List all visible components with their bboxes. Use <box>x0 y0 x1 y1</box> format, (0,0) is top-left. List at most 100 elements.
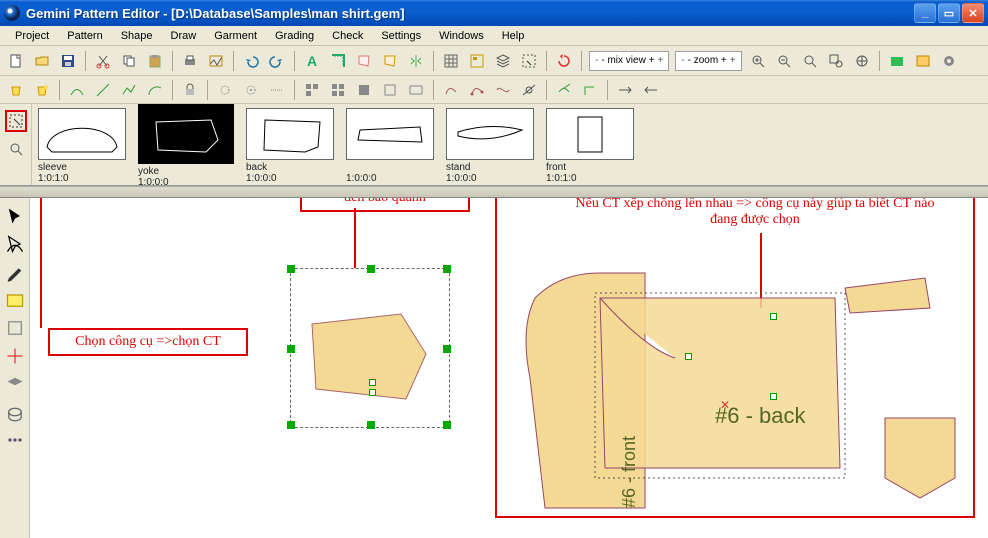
bucket1-icon[interactable] <box>4 78 28 102</box>
snap3-icon[interactable] <box>265 78 289 102</box>
grid-button[interactable] <box>439 49 463 73</box>
pointer-tool-icon[interactable] <box>5 206 25 226</box>
window-title: Gemini Pattern Editor - [D:\Database\Sam… <box>26 6 912 21</box>
thumb-front[interactable]: front1:0:1:0 <box>546 108 634 184</box>
bucket2-icon[interactable] <box>30 78 54 102</box>
thumb-sleeve[interactable]: sleeve1:0:1:0 <box>38 108 126 184</box>
arc-icon[interactable] <box>143 78 167 102</box>
mix-view-control[interactable]: -- mix view ++ <box>589 51 669 71</box>
text-tool-button[interactable]: A <box>300 49 324 73</box>
unknown-tool-icon[interactable] <box>5 318 25 338</box>
select-crop-button[interactable] <box>517 49 541 73</box>
corner-icon[interactable] <box>578 78 602 102</box>
menu-project[interactable]: Project <box>6 28 58 44</box>
svg-text:#6 - front: #6 - front <box>619 436 639 508</box>
callout-overlap: Nếu CT xếp chồng lên nhau => công cụ này… <box>570 198 940 228</box>
layers-tool-icon[interactable] <box>5 374 25 394</box>
plot-button[interactable] <box>204 49 228 73</box>
extend2-icon[interactable] <box>639 78 663 102</box>
undo-button[interactable] <box>239 49 263 73</box>
more-tool-icon[interactable] <box>5 430 25 450</box>
exit-curve-icon[interactable] <box>552 78 576 102</box>
machine-button[interactable] <box>885 49 909 73</box>
cut-button[interactable] <box>91 49 115 73</box>
multi2-icon[interactable] <box>326 78 350 102</box>
grading-tool-icon[interactable] <box>5 346 25 366</box>
piece-yellow-button[interactable] <box>378 49 402 73</box>
line-icon[interactable] <box>91 78 115 102</box>
work-area[interactable]: CT được chọn sẽ có màu đen bao quanh Chọ… <box>0 198 988 538</box>
save-button[interactable] <box>56 49 80 73</box>
layers-button[interactable] <box>491 49 515 73</box>
thumb-stand[interactable]: stand1:0:0:0 <box>446 108 534 184</box>
maximize-button[interactable]: ▭ <box>938 3 960 23</box>
separator <box>233 51 234 71</box>
thumb-name: back <box>246 162 267 173</box>
extend1-icon[interactable] <box>613 78 637 102</box>
open-file-button[interactable] <box>30 49 54 73</box>
selection-box <box>290 268 450 428</box>
new-file-button[interactable] <box>4 49 28 73</box>
menu-garment[interactable]: Garment <box>205 28 266 44</box>
polyline-icon[interactable] <box>117 78 141 102</box>
copy-button[interactable] <box>117 49 141 73</box>
curve-pointer-tool-icon[interactable] <box>5 234 25 254</box>
menu-check[interactable]: Check <box>323 28 372 44</box>
menu-windows[interactable]: Windows <box>430 28 493 44</box>
curve4-icon[interactable] <box>491 78 515 102</box>
gear-icon-button[interactable] <box>937 49 961 73</box>
multi4-icon[interactable] <box>378 78 402 102</box>
callout-left-text: Chọn công cụ =>chọn CT <box>75 334 221 349</box>
menu-settings[interactable]: Settings <box>372 28 430 44</box>
zoom-control[interactable]: -- zoom ++ <box>675 51 741 71</box>
multi3-icon[interactable] <box>352 78 376 102</box>
arrow-line-left <box>40 198 42 328</box>
piece-button[interactable] <box>352 49 376 73</box>
zoom-out-button[interactable] <box>772 49 796 73</box>
close-button[interactable]: ✕ <box>962 3 984 23</box>
thumb-yoke[interactable]: yoke1:0:0:0 <box>138 108 234 188</box>
note-tool-icon[interactable] <box>5 290 25 310</box>
paste-button[interactable] <box>143 49 167 73</box>
thumb-piece4[interactable]: 1:0:0:0 <box>346 108 434 184</box>
pencil-tool-icon[interactable] <box>5 262 25 282</box>
minimize-button[interactable]: _ <box>914 3 936 23</box>
left-tool-palette <box>0 198 30 538</box>
thumb-ratio: 1:0:0:0 <box>138 177 169 188</box>
separator <box>581 51 582 71</box>
thumb-ratio: 1:0:0:0 <box>446 173 477 184</box>
multi5-icon[interactable] <box>404 78 428 102</box>
menu-draw[interactable]: Draw <box>162 28 206 44</box>
thumb-back[interactable]: back1:0:0:0 <box>246 108 334 184</box>
separator <box>172 51 173 71</box>
roll-tool-icon[interactable] <box>5 402 25 422</box>
curve2-icon[interactable] <box>439 78 463 102</box>
flip-button[interactable] <box>404 49 428 73</box>
curve-join-icon[interactable] <box>65 78 89 102</box>
menu-pattern[interactable]: Pattern <box>58 28 111 44</box>
curve3-icon[interactable] <box>465 78 489 102</box>
print-button[interactable] <box>178 49 202 73</box>
lock-icon[interactable] <box>178 78 202 102</box>
multi1-icon[interactable] <box>300 78 324 102</box>
menu-help[interactable]: Help <box>493 28 534 44</box>
menu-grading[interactable]: Grading <box>266 28 323 44</box>
panel-button[interactable] <box>911 49 935 73</box>
toolbar-secondary <box>0 76 988 104</box>
thumb-name: front <box>546 162 566 173</box>
zoom-strip-button[interactable] <box>5 138 27 160</box>
zoom-all-button[interactable] <box>850 49 874 73</box>
snap1-icon[interactable] <box>213 78 237 102</box>
tangent-icon[interactable] <box>517 78 541 102</box>
zoom-window-button[interactable] <box>824 49 848 73</box>
measure-tool-button[interactable] <box>326 49 350 73</box>
layout-button[interactable] <box>465 49 489 73</box>
snap2-icon[interactable] <box>239 78 263 102</box>
select-piece-tool-button[interactable] <box>5 110 27 132</box>
zoom-fit-button[interactable] <box>798 49 822 73</box>
refresh-button[interactable] <box>552 49 576 73</box>
menu-shape[interactable]: Shape <box>112 28 162 44</box>
separator <box>294 80 295 100</box>
zoom-in-button[interactable] <box>746 49 770 73</box>
redo-button[interactable] <box>265 49 289 73</box>
